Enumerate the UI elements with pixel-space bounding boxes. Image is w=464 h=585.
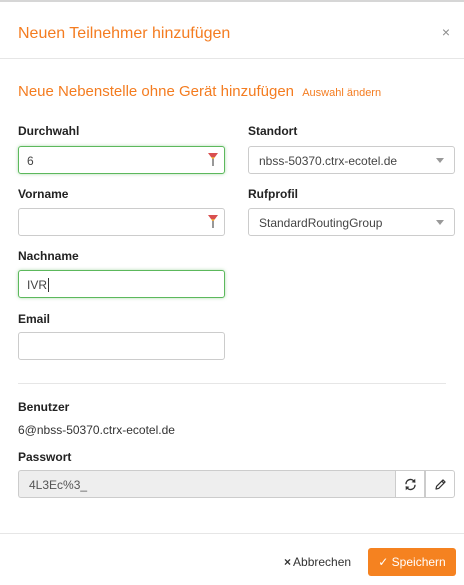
- flag-icon: [208, 153, 218, 166]
- chevron-down-icon: [436, 220, 444, 225]
- nachname-value: IVR: [27, 278, 50, 292]
- standort-label: Standort: [248, 124, 298, 138]
- check-icon: ✓: [378, 555, 389, 569]
- durchwahl-input[interactable]: 6: [18, 146, 225, 174]
- refresh-icon: [405, 478, 416, 491]
- section-subtitle: Neue Nebenstelle ohne Gerät hinzufügen A…: [18, 83, 381, 100]
- chevron-down-icon: [436, 158, 444, 163]
- vorname-input[interactable]: [18, 208, 225, 236]
- rufprofil-label: Rufprofil: [248, 187, 298, 201]
- nachname-label: Nachname: [18, 249, 79, 263]
- save-label: Speichern: [391, 555, 446, 569]
- rufprofil-select[interactable]: StandardRoutingGroup: [248, 208, 455, 236]
- rufprofil-selected: StandardRoutingGroup: [259, 216, 383, 230]
- footer-divider: [0, 533, 464, 534]
- benutzer-label: Benutzer: [18, 400, 70, 414]
- standort-select[interactable]: nbss-50370.ctrx-ecotel.de: [248, 146, 455, 174]
- benutzer-value: 6@nbss-50370.ctrx-ecotel.de: [18, 423, 175, 437]
- regenerate-password-button[interactable]: [395, 470, 425, 498]
- standort-selected: nbss-50370.ctrx-ecotel.de: [259, 154, 398, 168]
- nachname-input[interactable]: IVR: [18, 270, 225, 298]
- close-icon[interactable]: ×: [442, 24, 450, 40]
- flag-icon: [208, 215, 218, 228]
- durchwahl-label: Durchwahl: [18, 124, 80, 138]
- durchwahl-value: 6: [27, 154, 34, 168]
- subtitle-text: Neue Nebenstelle ohne Gerät hinzufügen: [18, 83, 295, 100]
- close-icon: ×: [284, 555, 292, 569]
- vorname-label: Vorname: [18, 187, 69, 201]
- cancel-label: Abbrechen: [293, 555, 352, 569]
- edit-password-button[interactable]: [425, 470, 455, 498]
- dialog-title: Neuen Teilnehmer hinzufügen: [18, 25, 231, 42]
- passwort-label: Passwort: [18, 450, 72, 464]
- email-label: Email: [18, 312, 51, 326]
- cancel-button[interactable]: × Abbrechen: [284, 555, 351, 569]
- email-field[interactable]: [18, 332, 225, 360]
- pencil-icon: [435, 479, 446, 490]
- section-divider: [18, 383, 446, 384]
- password-group: 4L3Ec%3_: [18, 470, 455, 498]
- password-field: 4L3Ec%3_: [18, 470, 395, 498]
- save-button[interactable]: ✓ Speichern: [368, 548, 456, 576]
- password-value: 4L3Ec%3_: [29, 478, 88, 492]
- dialog-header: Neuen Teilnehmer hinzufügen ×: [0, 2, 464, 59]
- change-selection-link[interactable]: Auswahl ändern: [302, 87, 381, 99]
